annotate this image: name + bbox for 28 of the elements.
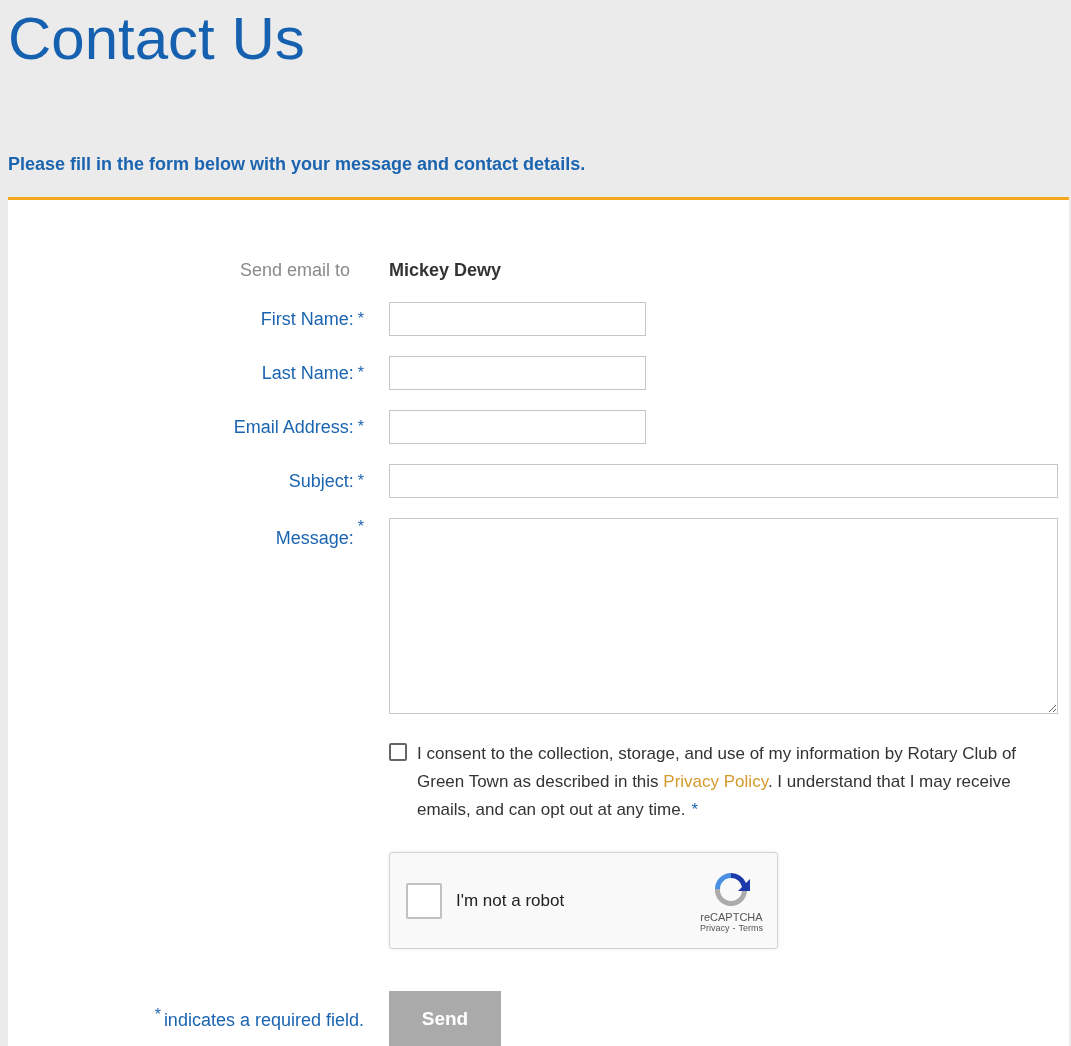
consent-checkbox[interactable]	[389, 743, 407, 761]
captcha-terms-link[interactable]: Terms	[738, 922, 763, 933]
input-field[interactable]	[389, 410, 646, 444]
required-mark: *	[357, 310, 364, 328]
field-label: Email Address:	[233, 416, 354, 438]
field-label: First Name:	[260, 308, 354, 330]
captcha-label: I'm not a robot	[456, 890, 566, 911]
input-field[interactable]	[389, 356, 646, 390]
required-mark: *	[357, 364, 364, 382]
consent-text: I consent to the collection, storage, and use of my information by Rotary Club of Green Town as described in this Privacy Policy. I understand that I may receive emails, and can opt out at any time. *	[417, 743, 1017, 821]
recipient-label: Send email to	[239, 259, 350, 281]
captcha-checkbox[interactable]	[406, 882, 442, 919]
input-field[interactable]	[389, 302, 646, 336]
field-label: Last Name:	[261, 362, 354, 384]
message-field[interactable]	[389, 518, 1058, 714]
captcha-brand: reCAPTCHA	[700, 910, 763, 923]
separator-text: -	[732, 922, 736, 933]
recipient-name: Mickey Dewy	[389, 259, 502, 281]
field-label: Subject:	[288, 470, 354, 492]
required-mark: *	[357, 472, 364, 490]
captcha-privacy-link[interactable]: Privacy	[700, 922, 730, 933]
required-mark: *	[357, 418, 364, 436]
input-field[interactable]	[389, 464, 1058, 498]
intro-text: Please fill in the form below with your message and contact details.	[8, 154, 586, 175]
required-note: $^{*}$ indicates a required field.	[154, 1006, 364, 1031]
page-title: Contact Us	[8, 6, 305, 72]
field-label: Message:	[275, 528, 354, 549]
required-mark: *	[357, 518, 364, 536]
